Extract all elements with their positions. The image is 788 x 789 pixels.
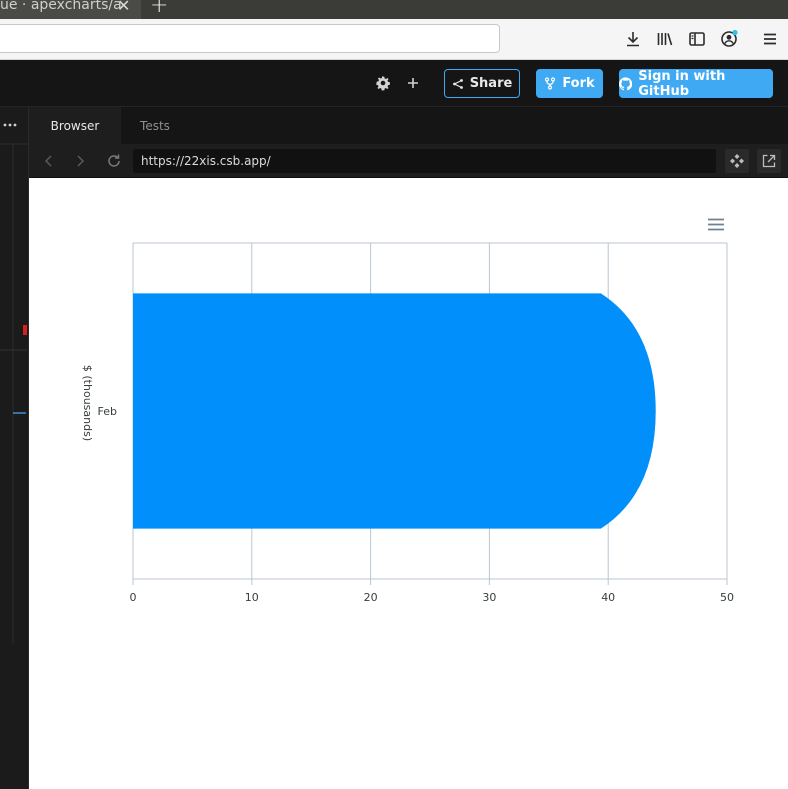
preview-content: Feb 0 10 20 30 40 50 $ (thousands) [29, 178, 788, 789]
account-icon[interactable] [719, 29, 739, 49]
y-tick-label: Feb [98, 405, 117, 418]
browser-url-input[interactable] [0, 24, 500, 53]
share-icon [452, 78, 463, 89]
download-icon[interactable] [623, 29, 643, 49]
close-icon[interactable]: ✕ [117, 0, 130, 15]
refresh-icon[interactable] [106, 153, 122, 169]
codesandbox-button[interactable] [725, 149, 749, 173]
screen: ue · apexcharts/a ✕ + Share Fork Sign in… [0, 0, 788, 789]
back-icon[interactable] [43, 154, 55, 168]
share-button-label: Share [469, 76, 513, 91]
browser-tab-title: ue · apexcharts/a [0, 0, 122, 13]
x-tick-label: 40 [601, 591, 615, 604]
x-tick-label: 50 [720, 591, 734, 604]
x-tick-label: 20 [364, 591, 378, 604]
x-tick-label: 0 [130, 591, 137, 604]
codesandbox-header: Share Fork Sign in with GitHub [0, 60, 788, 107]
left-panel-decoration [0, 123, 29, 644]
gear-icon[interactable] [375, 75, 391, 91]
fork-button[interactable]: Fork [536, 69, 603, 98]
left-panel [0, 107, 29, 789]
preview-url-input[interactable]: https://22xis.csb.app/ [133, 149, 716, 173]
share-button[interactable]: Share [444, 69, 520, 98]
bar-chart: Feb 0 10 20 30 40 50 $ (thousands) [81, 218, 734, 604]
tab-browser[interactable]: Browser [29, 107, 121, 144]
chart-menu-icon[interactable] [708, 218, 724, 231]
sidebar-icon[interactable] [687, 29, 707, 49]
open-new-window-button[interactable] [757, 149, 781, 173]
bar [133, 293, 656, 529]
fork-icon [545, 77, 556, 90]
plus-icon[interactable] [405, 75, 421, 91]
x-tick-label: 30 [482, 591, 496, 604]
github-icon [619, 76, 633, 90]
fork-button-label: Fork [562, 76, 595, 91]
forward-icon[interactable] [74, 154, 86, 168]
library-icon[interactable] [655, 29, 675, 49]
github-signin-button[interactable]: Sign in with GitHub [619, 68, 773, 99]
new-tab-icon[interactable]: + [150, 0, 168, 18]
x-tick-label: 10 [245, 591, 259, 604]
preview-tab-bar: Browser Tests [29, 107, 788, 144]
browser-tabstrip: ue · apexcharts/a ✕ + [0, 0, 788, 19]
external-link-icon [762, 154, 776, 168]
browser-navbar [0, 19, 788, 60]
codesandbox-icon [730, 154, 744, 168]
tab-tests[interactable]: Tests [121, 107, 189, 144]
github-button-label: Sign in with GitHub [638, 68, 726, 99]
preview-address-bar: https://22xis.csb.app/ [29, 144, 788, 178]
browser-tab[interactable]: ue · apexcharts/a ✕ [0, 0, 141, 19]
menu-icon[interactable] [760, 29, 780, 49]
y-axis-title: $ (thousands) [81, 365, 94, 441]
chart-bars [133, 293, 656, 529]
